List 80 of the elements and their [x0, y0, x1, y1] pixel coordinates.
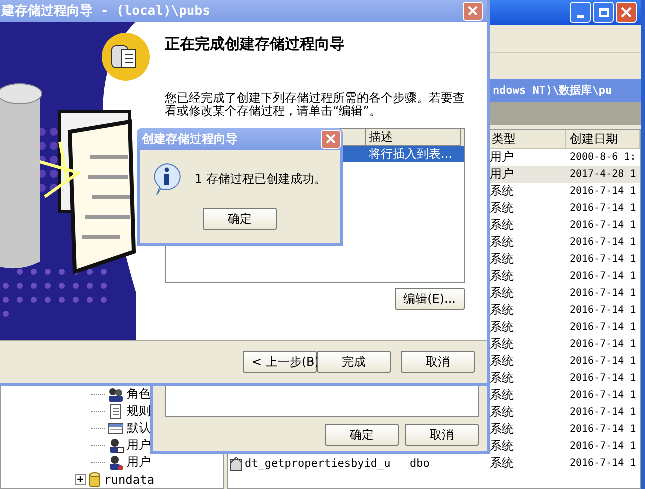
- wizard-button[interactable]: 取消: [401, 351, 475, 373]
- table-cell: 系统: [490, 319, 514, 336]
- procedure-icon: [230, 456, 243, 471]
- table-cell: 系统: [490, 217, 514, 234]
- people-icon: [108, 386, 124, 403]
- table-cell: dbo: [410, 457, 430, 470]
- table-cell: 系统: [490, 268, 514, 286]
- tree-item[interactable]: 规则: [127, 403, 151, 420]
- window-title: 建存储过程向导 - (local)\pubs: [2, 3, 210, 20]
- table-cell: 2016-7-14 1: [570, 322, 636, 334]
- table-cell: 用户: [490, 166, 514, 184]
- minimize-icon: [577, 14, 584, 18]
- people-icon: [108, 438, 124, 454]
- message-text: 1 存储过程已创建成功。: [195, 170, 326, 188]
- maximize-icon: [598, 8, 608, 17]
- ok-button[interactable]: 确定: [203, 208, 277, 230]
- table-cell: 系统: [490, 455, 514, 472]
- expand-button[interactable]: [75, 474, 86, 486]
- tree-item[interactable]: 用户: [127, 437, 151, 454]
- table-row[interactable]: dt_getpropertiesbyid_u dbo 系统 2016-7-14 1: [228, 455, 640, 472]
- close-icon: [326, 134, 336, 144]
- tree-item[interactable]: 默认: [127, 420, 151, 438]
- table-cell: 2016-7-14 1: [570, 220, 636, 232]
- table-cell: 系统: [490, 387, 514, 404]
- table-cell: 2016-7-14 1: [570, 186, 636, 198]
- close-icon: [468, 6, 478, 16]
- table-cell: 2016-7-14 1: [570, 458, 636, 470]
- close-button[interactable]: [321, 130, 341, 148]
- table-icon: [108, 420, 124, 437]
- table-cell: 系统: [490, 183, 514, 200]
- table-cell: 系统: [490, 353, 514, 370]
- people-icon: [108, 454, 124, 471]
- tree-item[interactable]: 角色: [127, 386, 151, 404]
- table-cell: 2016-7-14 1: [570, 339, 636, 350]
- database-icon: [89, 472, 101, 488]
- close-button[interactable]: [463, 2, 483, 20]
- table-cell: 2016-7-14 1: [570, 356, 636, 368]
- tree-item[interactable]: rundata: [104, 472, 155, 487]
- table-cell: 2016-7-14 1: [570, 390, 636, 402]
- table-cell: 2016-7-14 1: [570, 424, 636, 436]
- table-cell: 用户: [490, 149, 514, 166]
- database-document-icon: [102, 33, 150, 81]
- table-cell: 系统: [490, 251, 514, 268]
- window-title: 创建存储过程向导: [142, 130, 238, 148]
- minimize-button[interactable]: [570, 2, 591, 23]
- table-cell: 2016-7-14 1: [570, 271, 636, 282]
- dialog-button[interactable]: 确定: [325, 424, 399, 446]
- path-text: ndows NT)\数据库\pu: [493, 82, 612, 98]
- table-cell: 2016-7-14 1: [570, 305, 636, 316]
- table-cell: 2000-8-6 1:: [570, 152, 636, 164]
- table-cell: 2016-7-14 1: [570, 407, 636, 418]
- table-cell: 系统: [490, 421, 514, 438]
- wizard-heading: 正在完成创建存储过程向导: [165, 35, 346, 54]
- table-cell: 系统: [490, 234, 514, 252]
- wizard-description: 您已经完成了创建下列存储过程所需的各个步骤。若要查看或修改某个存储过程，请单击“编辑”。: [165, 92, 465, 118]
- table-cell: 2016-7-14 1: [570, 237, 636, 248]
- document-icon: [108, 404, 124, 420]
- table-cell: 2016-7-14 1: [570, 441, 636, 452]
- table-cell: 2016-7-14 1: [570, 288, 636, 300]
- table-cell: 系统: [490, 302, 514, 320]
- maximize-button[interactable]: [593, 2, 614, 23]
- table-cell: 2016-7-14 1: [570, 373, 636, 384]
- table-cell: 系统: [490, 200, 514, 218]
- table-cell: 系统: [490, 336, 514, 354]
- table-cell: dt_getpropertiesbyid_u: [245, 457, 391, 470]
- tree-item[interactable]: 用户: [127, 454, 151, 472]
- table-cell: 2016-7-14 1: [570, 254, 636, 266]
- dialog-button[interactable]: 取消: [405, 424, 479, 446]
- close-icon: [620, 6, 633, 19]
- edit-button[interactable]: 编辑(E)...: [394, 288, 465, 310]
- wizard-button[interactable]: 完成: [317, 351, 391, 373]
- column-header[interactable]: 创建日期: [566, 130, 640, 148]
- table-cell: 系统: [490, 438, 514, 456]
- table-cell: 2017-4-28 1: [570, 169, 636, 180]
- table-cell: 2016-7-14 1: [570, 203, 636, 214]
- close-button[interactable]: [616, 2, 637, 23]
- table-cell: 系统: [490, 285, 514, 302]
- table-cell: 系统: [490, 370, 514, 388]
- plus-icon: [77, 476, 84, 484]
- table-cell: 系统: [490, 404, 514, 422]
